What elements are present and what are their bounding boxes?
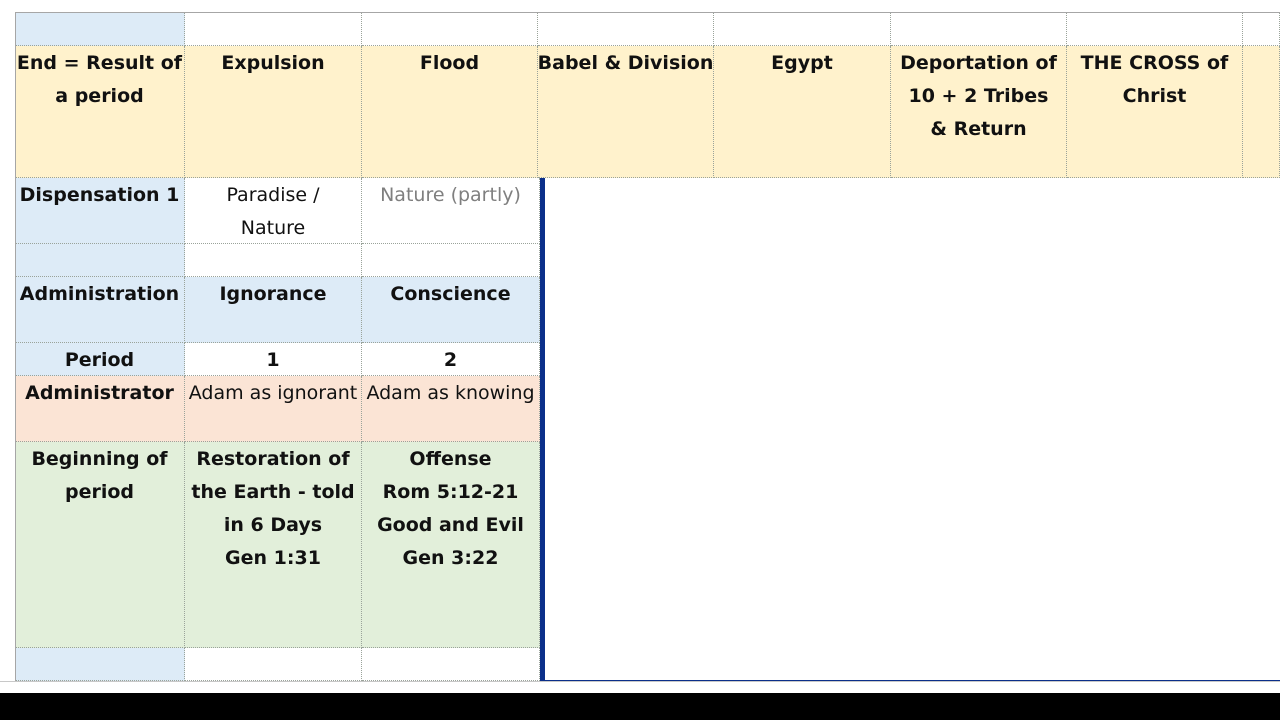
administrator-c1-text: Adam as ignorant	[188, 382, 358, 404]
header-babel-label: Babel & Division	[538, 52, 714, 74]
beginning-c2-line3: Good and Evil	[377, 514, 524, 536]
cell-e1[interactable]	[714, 12, 891, 46]
header-deportation-line1: Deportation of	[900, 52, 1057, 74]
header-deportation[interactable]: Deportation of 10 + 2 Tribes & Return	[891, 46, 1067, 178]
beginning-label-line2: period	[64, 481, 135, 503]
blank-row-c1[interactable]	[185, 244, 362, 277]
header-expulsion[interactable]: Expulsion	[185, 46, 362, 178]
administrator-label-text: Administrator	[25, 382, 174, 404]
header-flood[interactable]: Flood	[362, 46, 538, 178]
administration-label-text: Administration	[19, 283, 180, 305]
administrator-label[interactable]: Administrator	[15, 376, 185, 442]
beginning-c2-line4: Gen 3:22	[402, 547, 499, 569]
beginning-label[interactable]: Beginning of period	[15, 442, 185, 648]
period-label[interactable]: Period	[15, 343, 185, 376]
period-c2[interactable]: 2	[362, 343, 540, 376]
header-cross-line1: THE CROSS of	[1080, 52, 1229, 74]
header-flood-label: Flood	[419, 52, 480, 74]
dispensation-c2[interactable]: Nature (partly)	[362, 178, 540, 244]
last-row-c2[interactable]	[362, 648, 540, 681]
cell-g1[interactable]	[1067, 12, 1243, 46]
header-babel[interactable]: Babel & Division	[538, 46, 714, 178]
cell-a1[interactable]	[15, 12, 185, 46]
header-end-line1: End = Result of	[16, 52, 183, 74]
administrator-c2[interactable]: Adam as knowing	[362, 376, 540, 442]
dispensation-c2-text: Nature (partly)	[380, 184, 521, 206]
header-egypt[interactable]: Egypt	[714, 46, 891, 178]
grid-top-border	[15, 12, 1280, 13]
spreadsheet[interactable]: End = Result of a period Expulsion Flood…	[0, 0, 1280, 720]
beginning-c1-line2: the Earth - told	[191, 481, 355, 503]
header-cross[interactable]: THE CROSS of Christ	[1067, 46, 1243, 178]
period-c1[interactable]: 1	[185, 343, 362, 376]
administrator-c2-text: Adam as knowing	[366, 382, 535, 404]
range-selection-border	[540, 178, 1280, 685]
administration-c1-text: Ignorance	[219, 283, 327, 305]
header-deportation-line2: 10 + 2 Tribes	[908, 85, 1049, 107]
header-expulsion-label: Expulsion	[221, 52, 325, 74]
beginning-c2-line1: Offense	[409, 448, 492, 470]
beginning-c1[interactable]: Restoration of the Earth - told in 6 Day…	[185, 442, 362, 648]
beginning-c2[interactable]: Offense Rom 5:12-21 Good and Evil Gen 3:…	[362, 442, 540, 648]
header-end-result[interactable]: End = Result of a period	[15, 46, 185, 178]
dispensation-label-text: Dispensation 1	[19, 184, 180, 206]
header-deportation-line3: & Return	[930, 118, 1027, 140]
bottom-black-bar	[0, 693, 1280, 720]
administration-c2-text: Conscience	[390, 283, 511, 305]
cell-d1[interactable]	[538, 12, 714, 46]
header-extra[interactable]	[1243, 46, 1280, 178]
cell-c1[interactable]	[362, 12, 538, 46]
last-row-label[interactable]	[15, 648, 185, 681]
administration-c1[interactable]: Ignorance	[185, 277, 362, 343]
administration-c2[interactable]: Conscience	[362, 277, 540, 343]
dispensation-c1-line2: Nature	[240, 217, 306, 239]
dispensation-c1[interactable]: Paradise / Nature	[185, 178, 362, 244]
blank-row-label[interactable]	[15, 244, 185, 277]
administrator-c1[interactable]: Adam as ignorant	[185, 376, 362, 442]
beginning-c1-line3: in 6 Days	[223, 514, 323, 536]
grid-left-border	[15, 12, 16, 682]
header-egypt-label: Egypt	[771, 52, 833, 74]
cell-f1[interactable]	[891, 12, 1067, 46]
beginning-label-line1: Beginning of	[31, 448, 168, 470]
period-c1-text: 1	[266, 349, 280, 371]
beginning-c1-line1: Restoration of	[196, 448, 350, 470]
cell-b1[interactable]	[185, 12, 362, 46]
blank-row-c2[interactable]	[362, 244, 540, 277]
beginning-c2-line2: Rom 5:12-21	[382, 481, 519, 503]
period-label-text: Period	[64, 349, 135, 371]
dispensation-label[interactable]: Dispensation 1	[15, 178, 185, 244]
dispensation-c1-line1: Paradise /	[226, 184, 320, 206]
beginning-c1-line4: Gen 1:31	[225, 547, 321, 569]
administration-label[interactable]: Administration	[15, 277, 185, 343]
header-end-line2: a period	[55, 85, 144, 107]
period-c2-text: 2	[443, 349, 458, 371]
last-row-c1[interactable]	[185, 648, 362, 681]
cell-h1[interactable]	[1243, 12, 1280, 46]
header-cross-line2: Christ	[1122, 85, 1187, 107]
